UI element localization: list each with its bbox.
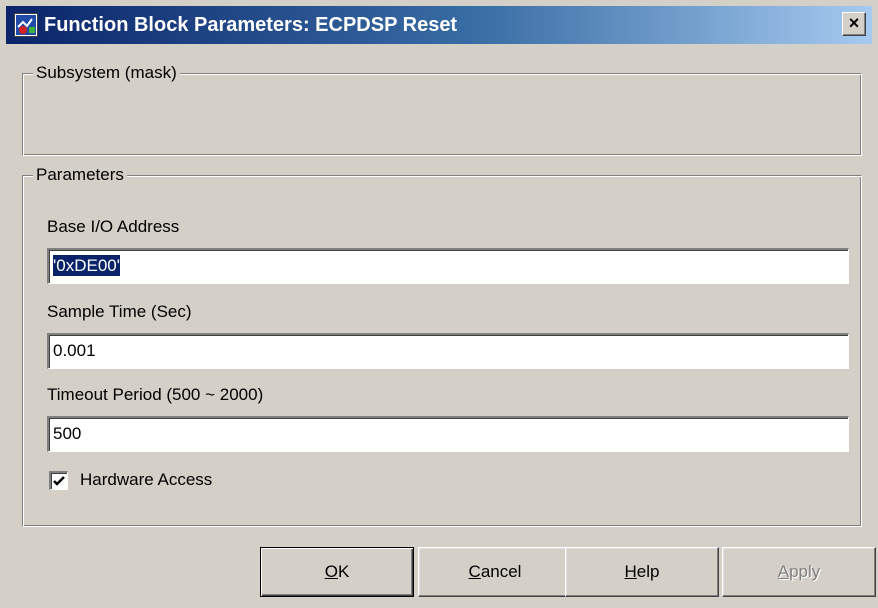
- hardware-access-label[interactable]: Hardware Access: [80, 470, 212, 490]
- help-label-rest: elp: [636, 562, 660, 581]
- help-mnemonic: H: [624, 562, 637, 581]
- help-button[interactable]: Help: [565, 547, 719, 597]
- ok-label-rest: K: [337, 562, 350, 581]
- cancel-mnemonic: C: [468, 562, 481, 581]
- timeout-period-label: Timeout Period (500 ~ 2000): [47, 385, 264, 404]
- window-title: Function Block Parameters: ECPDSP Reset: [44, 14, 458, 36]
- cancel-button[interactable]: Cancel: [418, 547, 572, 597]
- cancel-label-rest: ancel: [480, 562, 522, 581]
- close-icon: ×: [848, 13, 860, 33]
- base-io-address-value: '0xDE00': [53, 255, 120, 276]
- apply-label-rest: pply: [789, 562, 821, 581]
- subsystem-legend: Subsystem (mask): [33, 62, 180, 84]
- sample-time-input[interactable]: 0.001: [47, 333, 849, 369]
- ok-button[interactable]: OK: [260, 547, 414, 597]
- ok-mnemonic: O: [324, 562, 338, 581]
- base-io-address-label: Base I/O Address: [47, 217, 180, 236]
- subsystem-groupbox: Subsystem (mask): [22, 62, 862, 156]
- timeout-period-input[interactable]: 500: [47, 416, 849, 452]
- dialog-window: Function Block Parameters: ECPDSP Reset …: [0, 0, 878, 608]
- apply-button[interactable]: Apply: [722, 547, 876, 597]
- apply-mnemonic: A: [777, 562, 790, 581]
- sample-time-value: 0.001: [53, 341, 96, 360]
- base-io-address-input[interactable]: '0xDE00': [47, 248, 849, 284]
- sample-time-label: Sample Time (Sec): [47, 302, 192, 321]
- simulink-block-icon: [14, 13, 38, 37]
- hardware-access-checkbox[interactable]: [49, 471, 68, 490]
- close-button[interactable]: ×: [842, 12, 866, 36]
- title-bar[interactable]: Function Block Parameters: ECPDSP Reset …: [6, 6, 872, 44]
- timeout-period-value: 500: [53, 424, 82, 443]
- checkmark-icon: [53, 476, 65, 486]
- parameters-legend: Parameters: [33, 164, 127, 186]
